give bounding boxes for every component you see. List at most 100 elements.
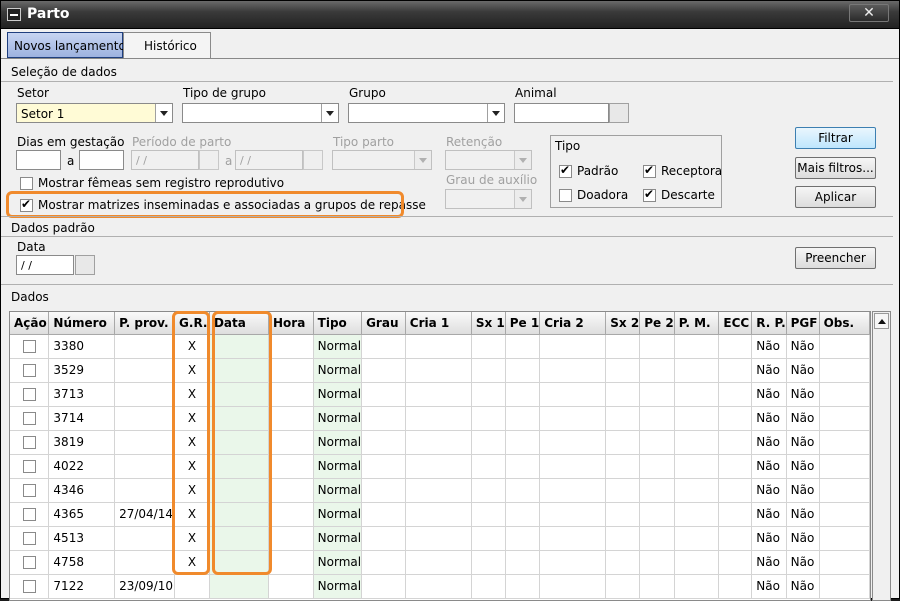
periodo-to-input[interactable]: / / xyxy=(235,150,303,170)
chevron-down-icon[interactable] xyxy=(514,190,531,208)
pe1-cell[interactable] xyxy=(505,526,541,551)
cria1-cell[interactable] xyxy=(405,334,472,359)
table-row[interactable]: 4346 X Normal Não Não xyxy=(10,478,870,503)
tipo-cell[interactable]: Normal xyxy=(313,574,363,599)
column-header[interactable]: Ação xyxy=(10,312,50,335)
hora-cell[interactable] xyxy=(268,526,314,551)
animal-input[interactable] xyxy=(514,103,609,123)
pe2-cell[interactable] xyxy=(639,334,675,359)
sx1-cell[interactable] xyxy=(471,574,506,599)
ecc-cell[interactable] xyxy=(718,382,753,407)
pm-cell[interactable] xyxy=(674,550,720,575)
obs-cell[interactable] xyxy=(819,550,870,575)
animal-lookup-button[interactable] xyxy=(609,103,629,123)
sx2-cell[interactable] xyxy=(605,334,641,359)
tab-novos-lancamentos[interactable]: Novos lançamentos xyxy=(7,32,132,58)
acao-cell[interactable] xyxy=(10,358,50,383)
acao-cell[interactable] xyxy=(10,478,50,503)
obs-cell[interactable] xyxy=(819,526,870,551)
column-header[interactable]: Grau xyxy=(361,312,406,335)
rp-cell[interactable]: Não xyxy=(751,526,787,551)
cria2-cell[interactable] xyxy=(539,406,607,431)
periodo-from-input[interactable]: / / xyxy=(131,150,199,170)
acao-cell[interactable] xyxy=(10,382,50,407)
pm-cell[interactable] xyxy=(674,358,720,383)
rp-cell[interactable]: Não xyxy=(751,502,787,527)
tipo-parto-select[interactable] xyxy=(332,150,432,170)
pe2-cell[interactable] xyxy=(639,406,675,431)
column-header[interactable]: Obs. xyxy=(819,312,870,335)
row-checkbox[interactable] xyxy=(22,556,36,569)
cria2-cell[interactable] xyxy=(539,454,607,479)
row-checkbox[interactable] xyxy=(22,532,36,545)
cria1-cell[interactable] xyxy=(405,454,472,479)
p-prov-cell[interactable] xyxy=(114,550,176,575)
pe1-cell[interactable] xyxy=(505,454,541,479)
pe2-cell[interactable] xyxy=(639,574,675,599)
grau-cell[interactable] xyxy=(361,406,406,431)
hora-cell[interactable] xyxy=(268,550,314,575)
doadora-checkbox[interactable] xyxy=(559,189,572,202)
hora-cell[interactable] xyxy=(268,454,314,479)
sx2-cell[interactable] xyxy=(605,502,641,527)
cria2-cell[interactable] xyxy=(539,550,607,575)
column-header[interactable]: PGF xyxy=(786,312,820,335)
pe1-cell[interactable] xyxy=(505,574,541,599)
hora-cell[interactable] xyxy=(268,382,314,407)
obs-cell[interactable] xyxy=(819,430,870,455)
cria1-cell[interactable] xyxy=(405,382,472,407)
table-row[interactable]: 4022 X Normal Não Não xyxy=(10,454,870,479)
ecc-cell[interactable] xyxy=(718,358,753,383)
hora-cell[interactable] xyxy=(268,574,314,599)
table-row[interactable]: 3713 X Normal Não Não xyxy=(10,382,870,407)
sx1-cell[interactable] xyxy=(471,550,506,575)
acao-cell[interactable] xyxy=(10,430,50,455)
tab-historico[interactable]: Histórico xyxy=(123,32,211,58)
cria2-cell[interactable] xyxy=(539,526,607,551)
column-header[interactable]: Número xyxy=(48,312,116,335)
obs-cell[interactable] xyxy=(819,358,870,383)
cria2-cell[interactable] xyxy=(539,382,607,407)
column-header[interactable]: P. M. xyxy=(674,312,720,335)
receptora-checkbox[interactable] xyxy=(643,163,656,178)
pe1-cell[interactable] xyxy=(505,478,541,503)
table-row[interactable]: 3714 X Normal Não Não xyxy=(10,406,870,431)
p-prov-cell[interactable]: 27/04/14 xyxy=(114,502,176,527)
sx1-cell[interactable] xyxy=(471,334,506,359)
sx2-cell[interactable] xyxy=(605,574,641,599)
sx1-cell[interactable] xyxy=(471,454,506,479)
rp-cell[interactable]: Não xyxy=(751,430,787,455)
data-padrao-input[interactable]: / / xyxy=(16,255,74,275)
acao-cell[interactable] xyxy=(10,502,50,527)
data-cell[interactable] xyxy=(209,574,269,599)
grupo-select[interactable] xyxy=(348,103,505,123)
obs-cell[interactable] xyxy=(819,454,870,479)
pe2-cell[interactable] xyxy=(639,454,675,479)
row-checkbox[interactable] xyxy=(22,412,36,425)
cria1-cell[interactable] xyxy=(405,574,472,599)
dias-to-input[interactable] xyxy=(79,150,124,170)
sx1-cell[interactable] xyxy=(471,382,506,407)
obs-cell[interactable] xyxy=(819,502,870,527)
rp-cell[interactable]: Não xyxy=(751,574,787,599)
grau-auxilio-select[interactable] xyxy=(445,189,532,209)
chevron-down-icon[interactable] xyxy=(155,104,172,122)
calendar-from-button[interactable] xyxy=(199,150,219,170)
sx2-cell[interactable] xyxy=(605,454,641,479)
pm-cell[interactable] xyxy=(674,574,720,599)
cria2-cell[interactable] xyxy=(539,502,607,527)
cria1-cell[interactable] xyxy=(405,478,472,503)
pm-cell[interactable] xyxy=(674,334,720,359)
hora-cell[interactable] xyxy=(268,502,314,527)
sx1-cell[interactable] xyxy=(471,430,506,455)
filtrar-button[interactable]: Filtrar xyxy=(795,127,876,149)
pgf-cell[interactable]: Não xyxy=(786,574,820,599)
cria2-cell[interactable] xyxy=(539,574,607,599)
pgf-cell[interactable]: Não xyxy=(786,358,820,383)
sx2-cell[interactable] xyxy=(605,358,641,383)
row-checkbox[interactable] xyxy=(22,340,36,353)
pgf-cell[interactable]: Não xyxy=(786,430,820,455)
cria2-cell[interactable] xyxy=(539,478,607,503)
acao-cell[interactable] xyxy=(10,406,50,431)
sx1-cell[interactable] xyxy=(471,358,506,383)
